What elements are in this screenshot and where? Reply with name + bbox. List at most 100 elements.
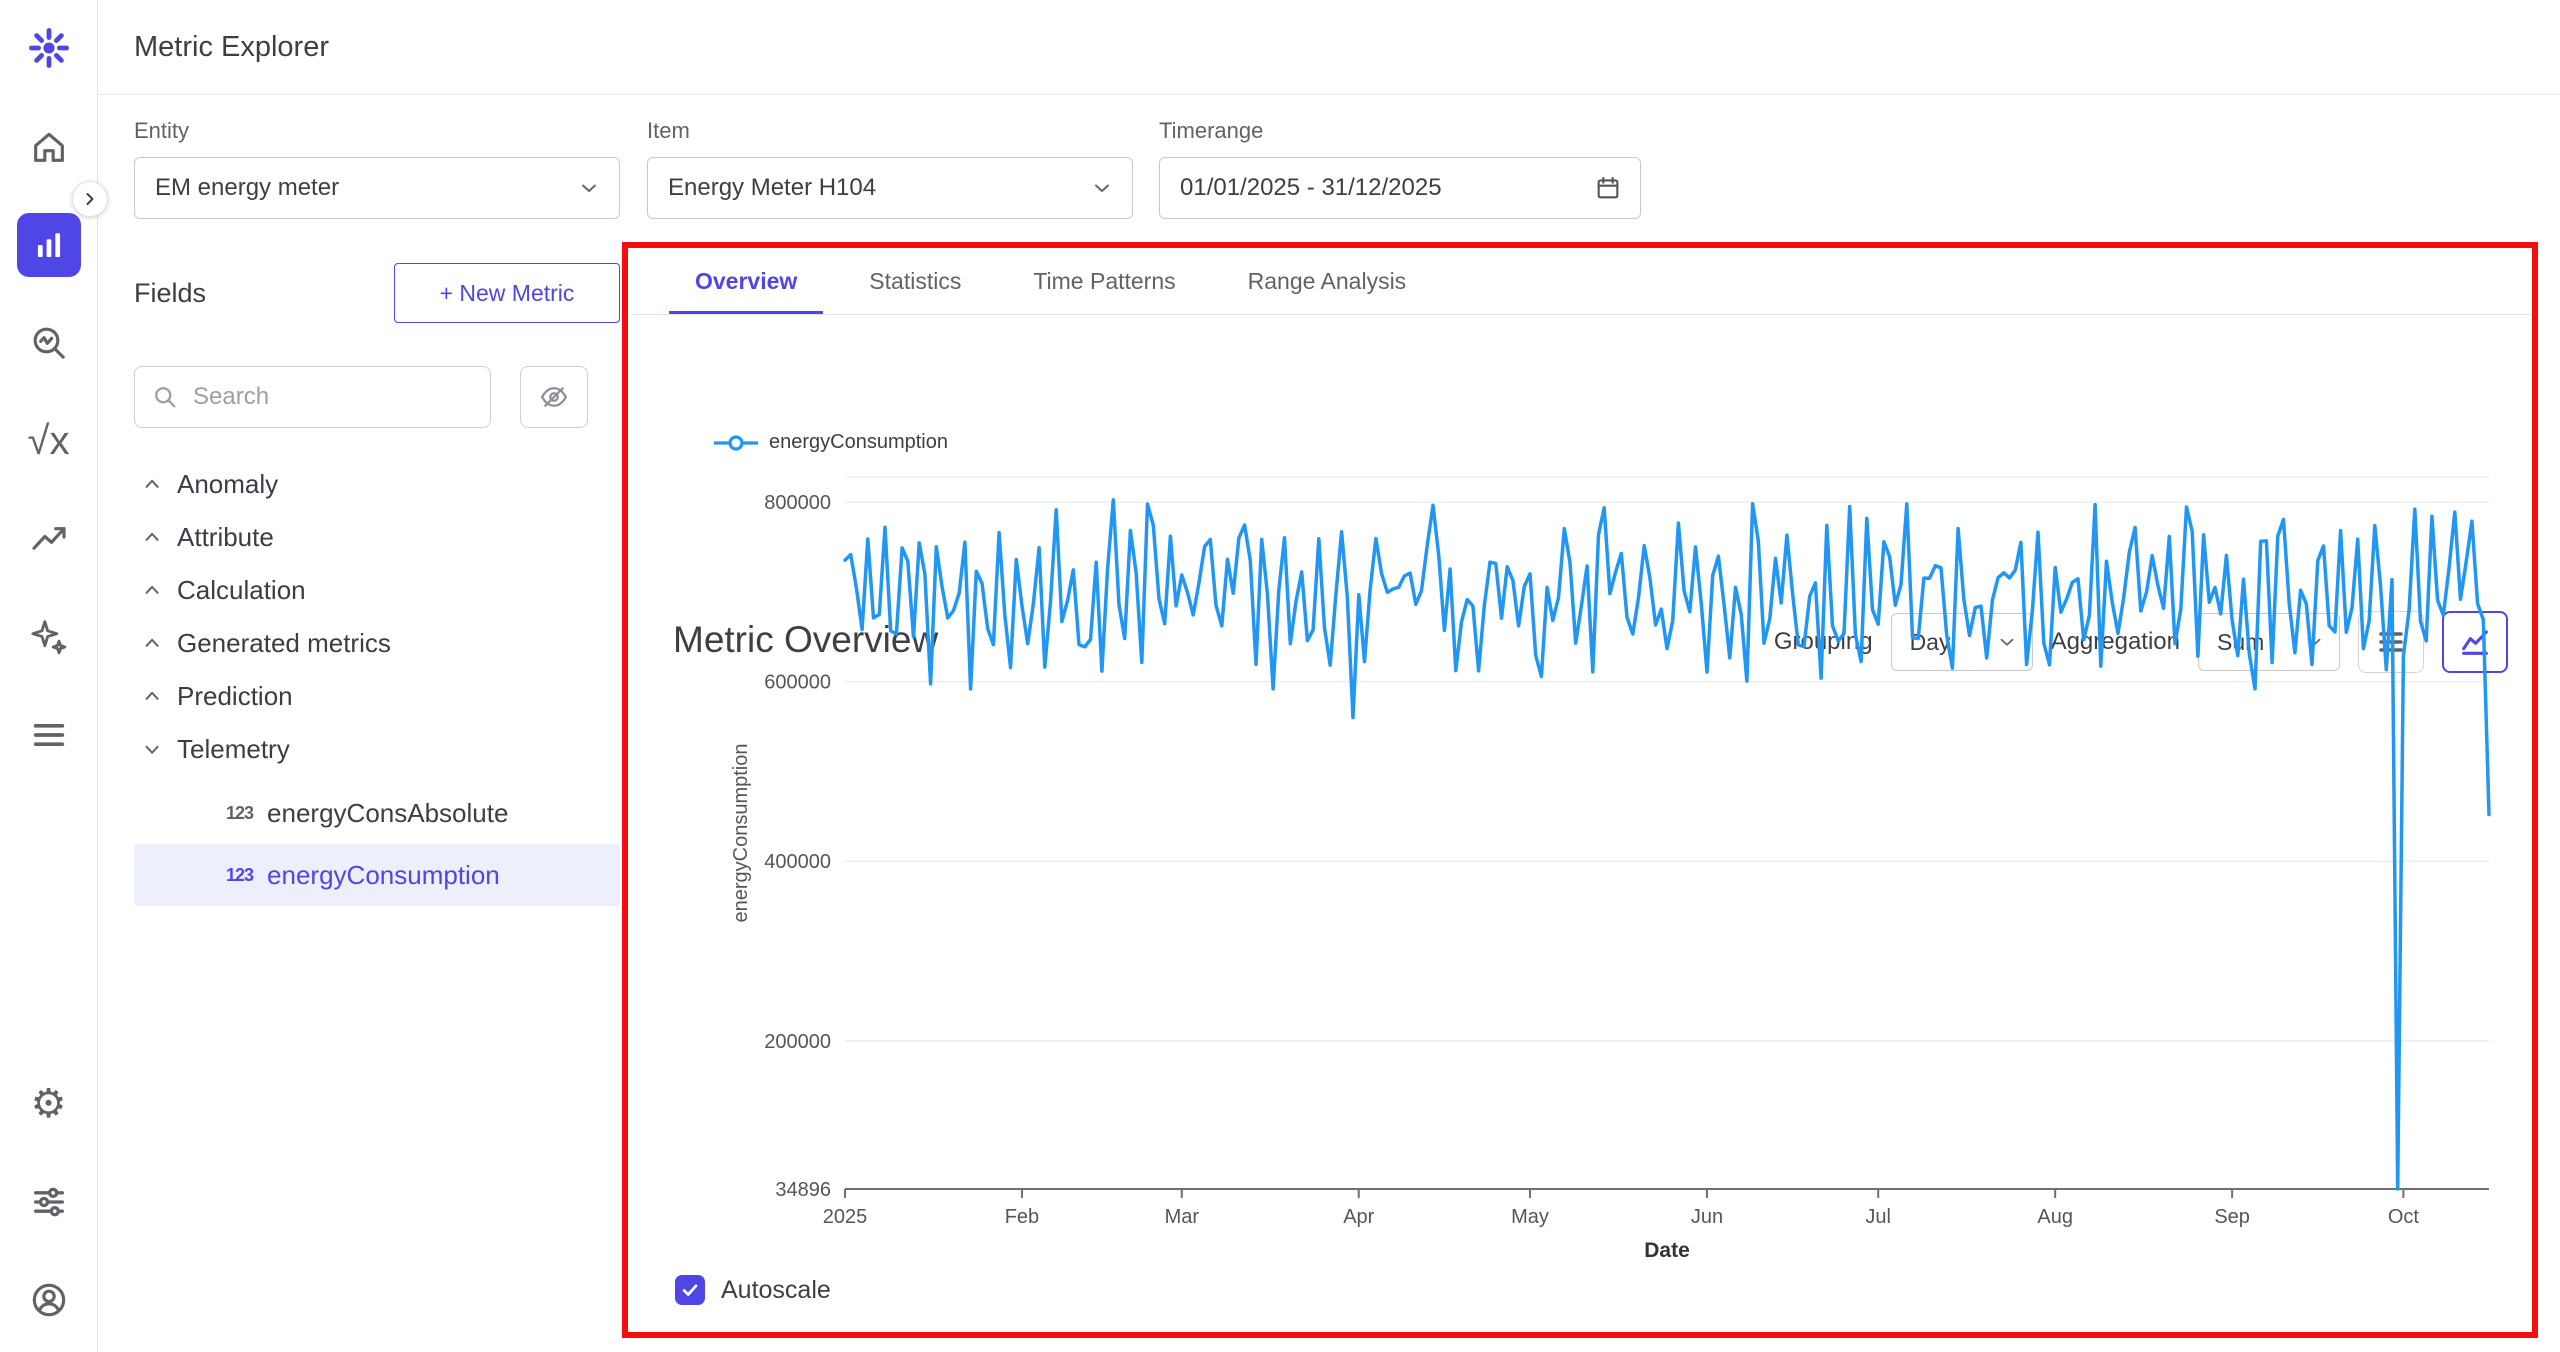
chevron-up-icon — [142, 527, 164, 549]
nav-formula-button[interactable]: √x — [17, 409, 81, 473]
chevron-up-icon — [142, 474, 164, 496]
svg-text:400000: 400000 — [764, 851, 831, 873]
telemetry-children: 123 energyConsAbsolute 123 energyConsump… — [134, 782, 620, 906]
search-icon — [151, 383, 179, 411]
entity-filter: Entity EM energy meter — [134, 118, 620, 219]
metric-overview-panel: Overview Statistics Time Patterns Range … — [631, 251, 2534, 1332]
svg-text:Aug: Aug — [2037, 1206, 2073, 1228]
item-value: Energy Meter H104 — [668, 174, 876, 202]
item-label: Item — [647, 118, 1133, 144]
tab-statistics[interactable]: Statistics — [843, 251, 987, 314]
svg-text:Date: Date — [1644, 1239, 1690, 1261]
tree-item-label: Anomaly — [177, 469, 278, 500]
metric-item-energyConsAbsolute[interactable]: 123 energyConsAbsolute — [134, 782, 620, 844]
tab-time-patterns[interactable]: Time Patterns — [1007, 251, 1201, 314]
account-button[interactable] — [17, 1268, 81, 1332]
entity-value: EM energy meter — [155, 174, 339, 202]
trending-up-icon — [29, 519, 69, 559]
settings-button[interactable]: ⚙ — [17, 1072, 81, 1136]
nav-search-insights-button[interactable] — [17, 311, 81, 375]
fields-tree: Anomaly Attribute Calculation Generated … — [134, 458, 620, 906]
tab-range-analysis[interactable]: Range Analysis — [1222, 251, 1433, 314]
svg-text:Sep: Sep — [2214, 1206, 2250, 1228]
timerange-filter: Timerange 01/01/2025 - 31/12/2025 — [1159, 118, 1641, 219]
svg-text:May: May — [1511, 1206, 1549, 1228]
nav-home-button[interactable] — [17, 115, 81, 179]
tune-icon — [29, 1182, 69, 1222]
metric-item-label: energyConsAbsolute — [267, 798, 508, 829]
tab-overview[interactable]: Overview — [669, 251, 823, 314]
svg-text:34896: 34896 — [775, 1179, 831, 1201]
calendar-icon — [1594, 174, 1622, 202]
search-insights-icon — [29, 323, 69, 363]
entity-select[interactable]: EM energy meter — [134, 157, 620, 219]
chevron-down-icon — [577, 176, 601, 200]
search-input[interactable] — [134, 366, 491, 428]
svg-text:200000: 200000 — [764, 1031, 831, 1053]
bar-chart-icon — [30, 226, 68, 264]
sparkles-icon — [29, 617, 69, 657]
chevron-up-icon — [142, 686, 164, 708]
metric-item-energyConsumption[interactable]: 123 energyConsumption — [134, 844, 620, 906]
home-icon — [29, 127, 69, 167]
page-title: Metric Explorer — [134, 31, 329, 64]
numeric-type-icon: 123 — [226, 865, 253, 886]
svg-text:Jul: Jul — [1865, 1206, 1891, 1228]
tree-item-label: Prediction — [177, 681, 293, 712]
item-filter: Item Energy Meter H104 — [647, 118, 1133, 219]
fields-title: Fields — [134, 278, 206, 309]
sidebar-expand-button[interactable] — [72, 181, 108, 217]
check-icon — [679, 1279, 701, 1301]
tree-item-label: Generated metrics — [177, 628, 391, 659]
preferences-button[interactable] — [17, 1170, 81, 1234]
item-select[interactable]: Energy Meter H104 — [647, 157, 1133, 219]
toggle-hidden-fields-button[interactable] — [520, 366, 588, 428]
account-icon — [29, 1280, 69, 1320]
tree-item-telemetry[interactable]: Telemetry — [134, 723, 620, 776]
tree-item-calculation[interactable]: Calculation — [134, 564, 620, 617]
metric-item-label: energyConsumption — [267, 860, 500, 891]
metric-explorer-app: √x — [0, 0, 2560, 1352]
tab-bar: Overview Statistics Time Patterns Range … — [631, 251, 2534, 315]
autoscale-label[interactable]: Autoscale — [721, 1276, 831, 1305]
field-search — [134, 366, 491, 428]
svg-text:Jun: Jun — [1691, 1206, 1723, 1228]
nav-metric-explorer-button[interactable] — [17, 213, 81, 277]
tree-item-anomaly[interactable]: Anomaly — [134, 458, 620, 511]
svg-text:Oct: Oct — [2388, 1206, 2420, 1228]
gear-icon: ⚙ — [31, 1084, 67, 1124]
autoscale-checkbox[interactable] — [675, 1275, 705, 1305]
nav-ai-button[interactable] — [17, 605, 81, 669]
fields-panel: Fields + New Metric A — [134, 262, 620, 906]
chevron-up-icon — [142, 580, 164, 602]
logo-pinwheel-icon — [26, 25, 72, 71]
svg-text:600000: 600000 — [764, 672, 831, 694]
app-logo[interactable] — [0, 0, 97, 95]
svg-text:energyConsumption: energyConsumption — [730, 744, 752, 923]
svg-text:Apr: Apr — [1343, 1206, 1374, 1228]
chevron-up-icon — [142, 633, 164, 655]
new-metric-button[interactable]: + New Metric — [394, 263, 620, 323]
timerange-input[interactable]: 01/01/2025 - 31/12/2025 — [1159, 157, 1641, 219]
tree-item-prediction[interactable]: Prediction — [134, 670, 620, 723]
entity-label: Entity — [134, 118, 620, 144]
sidebar-footer: ⚙ — [17, 1072, 81, 1332]
nav-menu-button[interactable] — [17, 703, 81, 767]
energy-consumption-line-chart[interactable]: 348962000004000006000008000002025FebMarA… — [691, 431, 2521, 1261]
svg-text:Feb: Feb — [1005, 1206, 1039, 1228]
top-bar: Metric Explorer — [98, 0, 2560, 95]
sqrt-icon: √x — [28, 421, 70, 461]
svg-text:800000: 800000 — [764, 492, 831, 514]
tree-item-attribute[interactable]: Attribute — [134, 511, 620, 564]
chevron-down-icon — [142, 739, 164, 761]
menu-icon — [29, 715, 69, 755]
tree-item-label: Attribute — [177, 522, 274, 553]
tree-item-label: Telemetry — [177, 734, 290, 765]
nav-trends-button[interactable] — [17, 507, 81, 571]
numeric-type-icon: 123 — [226, 803, 253, 824]
chevron-right-icon — [80, 189, 100, 209]
chevron-down-icon — [1090, 176, 1114, 200]
eye-off-icon — [539, 382, 569, 412]
sidebar-nav: √x — [17, 115, 81, 767]
tree-item-generated-metrics[interactable]: Generated metrics — [134, 617, 620, 670]
